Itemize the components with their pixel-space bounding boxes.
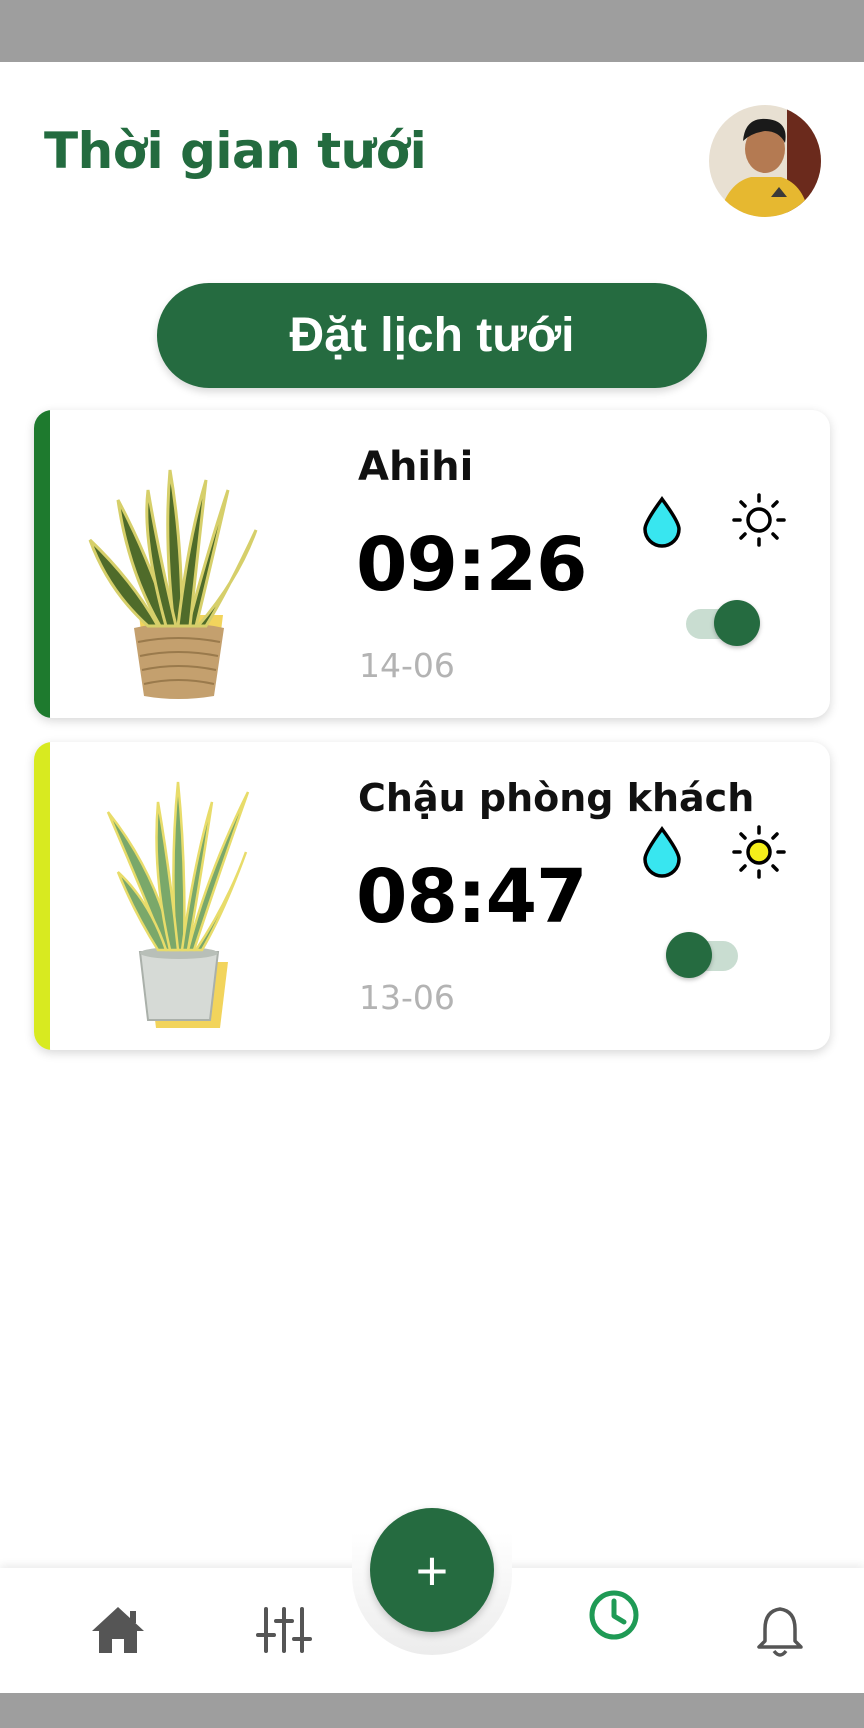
- home-icon[interactable]: [83, 1595, 153, 1665]
- card-accent-stripe: [34, 410, 50, 718]
- status-bar: [0, 0, 864, 62]
- sun-icon: [731, 492, 787, 548]
- water-drop-icon: [639, 496, 685, 548]
- schedule-button[interactable]: Đặt lịch tưới: [157, 283, 707, 388]
- sliders-icon[interactable]: [249, 1595, 319, 1665]
- add-schedule-button[interactable]: +: [370, 1508, 494, 1632]
- bell-icon[interactable]: [745, 1596, 815, 1666]
- schedule-time: 09:26: [356, 522, 588, 608]
- clock-icon[interactable]: [579, 1580, 649, 1650]
- schedule-date: 14-06: [359, 646, 455, 685]
- schedule-name: Ahihi: [358, 444, 474, 490]
- page-title: Thời gian tưới: [44, 122, 427, 180]
- snake-plant-image: [78, 430, 278, 700]
- schedule-name: Chậu phòng khách: [358, 776, 755, 820]
- schedule-card[interactable]: Chậu phòng khách 08:47 13-06: [34, 742, 830, 1050]
- avatar[interactable]: [709, 105, 821, 217]
- system-nav-bar: [0, 1693, 864, 1728]
- schedule-toggle[interactable]: [666, 932, 742, 978]
- card-accent-stripe: [34, 742, 50, 1050]
- sun-icon: [731, 824, 787, 880]
- schedule-toggle[interactable]: [684, 600, 760, 646]
- schedule-date: 13-06: [359, 978, 455, 1017]
- schedule-card[interactable]: Ahihi 09:26 14-06: [34, 410, 830, 718]
- water-drop-icon: [639, 826, 685, 878]
- schedule-time: 08:47: [356, 854, 588, 940]
- aloe-plant-image: [78, 762, 278, 1032]
